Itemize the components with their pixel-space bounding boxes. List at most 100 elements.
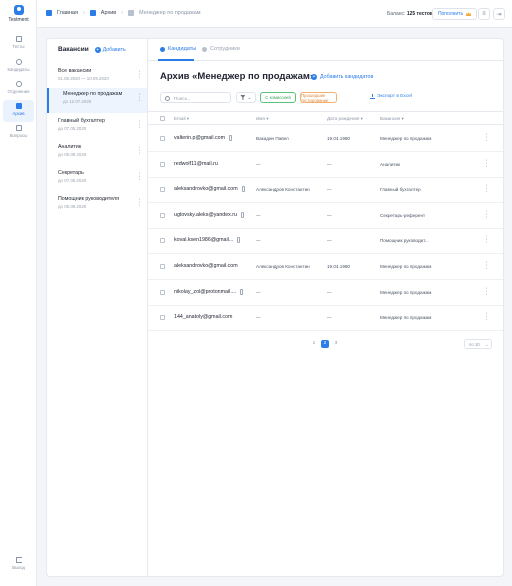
nav-item-label: Кандидаты xyxy=(7,67,30,72)
filter-button[interactable]: ⌄ xyxy=(236,92,256,103)
page-title: Архив «Менеджер по продажам» xyxy=(160,71,316,82)
vacancy-item[interactable]: Помощник руководителя до 05.09.2020 · · · xyxy=(47,193,147,218)
more-icon[interactable]: · · · xyxy=(485,157,488,170)
row-checkbox[interactable] xyxy=(160,238,165,244)
more-icon[interactable]: · · · xyxy=(485,259,488,272)
page-button[interactable]: 3 xyxy=(332,340,340,348)
more-icon[interactable]: · · · xyxy=(485,285,488,298)
exit-button[interactable]: ⇥ xyxy=(493,8,505,20)
cell-email[interactable]: ugtovsky.aleks@yandex.ru xyxy=(174,212,237,218)
cell-name: — xyxy=(256,212,261,218)
vacancy-item[interactable]: Секретарь до 07.05.2020 · · · xyxy=(47,167,147,192)
row-checkbox[interactable] xyxy=(160,264,165,269)
settings-button[interactable]: ≡ xyxy=(478,8,490,20)
vacancies-header: Вакансии + Добавить xyxy=(58,46,126,53)
table-row[interactable]: redwolf11@mail.ru — — Аналитик · · · xyxy=(148,152,503,178)
row-checkbox[interactable] xyxy=(160,315,165,321)
row-checkbox[interactable] xyxy=(160,289,165,295)
row-checkbox[interactable] xyxy=(160,136,165,141)
tab-candidates[interactable]: Кандидаты xyxy=(160,46,196,52)
vacancy-title: Аналитик xyxy=(58,144,82,150)
more-icon[interactable]: · · · xyxy=(138,170,141,183)
add-candidates-button[interactable]: + Добавить кандидатов xyxy=(311,74,373,80)
filter-chip-tested[interactable]: Прошедшие тестирование xyxy=(300,92,337,103)
more-icon[interactable]: · · · xyxy=(138,196,141,209)
column-label: Дата рождения xyxy=(327,116,360,121)
table-row[interactable]: koval.ksen1986@gmail... — — Помощник руково… xyxy=(148,228,503,255)
page-button[interactable]: 1 xyxy=(310,340,318,348)
cell-email[interactable]: aleksandrovko@gmail.com xyxy=(174,263,238,269)
column-email[interactable]: Email ▾ xyxy=(174,116,189,122)
select-all-checkbox[interactable] xyxy=(160,116,165,121)
nav-item-label: Вопросы xyxy=(9,133,28,138)
vacancy-title: Помощник руководителя xyxy=(58,196,119,202)
table-row[interactable]: ugtovsky.aleks@yandex.ru — — Секретарь-рефе… xyxy=(148,203,503,229)
column-vacancy[interactable]: Вакансия ▾ xyxy=(380,116,404,122)
more-icon[interactable]: · · · xyxy=(485,233,488,246)
more-icon[interactable]: · · · xyxy=(485,208,488,221)
more-icon[interactable]: · · · xyxy=(138,144,141,157)
logout-button[interactable]: Выход xyxy=(0,557,37,570)
cell-name: — xyxy=(256,161,261,167)
list-icon: ≡ xyxy=(482,11,486,17)
search-input[interactable]: Поиск... xyxy=(160,92,231,103)
nav-item-candidates[interactable]: Кандидаты xyxy=(3,56,34,78)
nav-item-departments[interactable]: Отделения xyxy=(3,78,34,100)
table-row[interactable]: aleksandrovko@gmail.com Александров Конст… xyxy=(148,254,503,280)
nav-item-tests[interactable]: Тесты xyxy=(3,33,34,55)
search-icon xyxy=(165,96,170,101)
phone-icon xyxy=(240,288,243,295)
more-icon[interactable]: · · · xyxy=(485,182,488,195)
breadcrumb-archive[interactable]: Архив xyxy=(101,10,116,16)
filter-chip-commission[interactable]: С комиссией xyxy=(260,92,296,103)
cell-email[interactable]: nikolay_zol@protonmail.... xyxy=(174,289,236,295)
more-icon[interactable]: · · · xyxy=(138,118,141,131)
export-excel-button[interactable]: Экспорт в Excel xyxy=(370,94,412,99)
cell-email[interactable]: 144_anatoly@gmail.com xyxy=(174,314,232,320)
more-icon[interactable]: · · · xyxy=(138,68,141,81)
cell-email[interactable]: valterin.p@gmail.com xyxy=(174,135,225,141)
cell-birth: 19.04.1980 xyxy=(327,136,350,141)
vacancy-item[interactable]: Аналитик до 05.08.2020 · · · xyxy=(47,141,147,166)
cell-birth: — xyxy=(327,187,332,193)
folder-icon xyxy=(128,10,135,16)
more-icon[interactable]: · · · xyxy=(485,131,488,144)
row-checkbox[interactable] xyxy=(160,187,165,193)
page-button-active[interactable]: 2 xyxy=(321,340,329,348)
nav-item-archive[interactable]: Архив xyxy=(3,100,34,122)
question-doc-icon xyxy=(15,125,22,131)
cell-vacancy: Помощник руководит... xyxy=(380,238,429,244)
table-row[interactable]: valterin.p@gmail.com Вакадин Павел 19.04.1… xyxy=(148,126,503,152)
download-icon xyxy=(370,94,375,99)
cell-email[interactable]: aleksandrovko@gmail.com xyxy=(174,186,238,192)
table-row[interactable]: 144_anatoly@gmail.com — — Менеджер по прода… xyxy=(148,305,503,332)
logo[interactable]: Testment xyxy=(0,5,37,23)
table-row[interactable]: aleksandrovko@gmail.com Александров Конст… xyxy=(148,177,503,204)
logout-label: Выход xyxy=(12,565,25,570)
export-label: Экспорт в Excel xyxy=(377,94,412,99)
cell-email[interactable]: koval.ksen1986@gmail... xyxy=(174,237,233,243)
per-page-select[interactable]: по 10 ⌄ xyxy=(464,339,492,349)
cell-email[interactable]: redwolf11@mail.ru xyxy=(174,161,218,167)
breadcrumb-home[interactable]: Главная xyxy=(57,10,78,16)
vacancy-item-active[interactable]: Менеджер по продажам до 12.07.2020 · · · xyxy=(47,88,147,113)
topup-button[interactable]: Пополнить xyxy=(432,8,477,20)
column-name[interactable]: Имя ▾ xyxy=(256,116,269,122)
add-vacancy-button[interactable]: + Добавить xyxy=(94,46,126,53)
vacancy-item[interactable]: Все вакансии 01.08.2020 — 10.09.2020 · · · xyxy=(47,65,147,90)
nav-item-label: Архив xyxy=(12,111,25,116)
phone-icon xyxy=(237,237,240,244)
main-panel: Кандидаты Сотрудники Архив «Менеджер по … xyxy=(147,38,504,577)
row-checkbox[interactable] xyxy=(160,212,165,218)
tab-label: Сотрудники xyxy=(210,46,240,52)
row-checkbox[interactable] xyxy=(160,161,165,167)
more-icon[interactable]: · · · xyxy=(138,91,141,104)
tab-employees[interactable]: Сотрудники xyxy=(202,46,240,52)
column-birth[interactable]: Дата рождения ▾ xyxy=(327,116,363,122)
nav-item-questions[interactable]: Вопросы xyxy=(3,122,34,144)
more-icon[interactable]: · · · xyxy=(485,310,488,323)
chevron-down-icon: ⌄ xyxy=(247,94,252,101)
vacancy-item[interactable]: Главный бухгалтер до 07.05.2020 · · · xyxy=(47,115,147,140)
table-row[interactable]: nikolay_zol@protonmail.... — — Менеджер по … xyxy=(148,280,503,306)
balance-label: Баланс: xyxy=(387,11,406,17)
